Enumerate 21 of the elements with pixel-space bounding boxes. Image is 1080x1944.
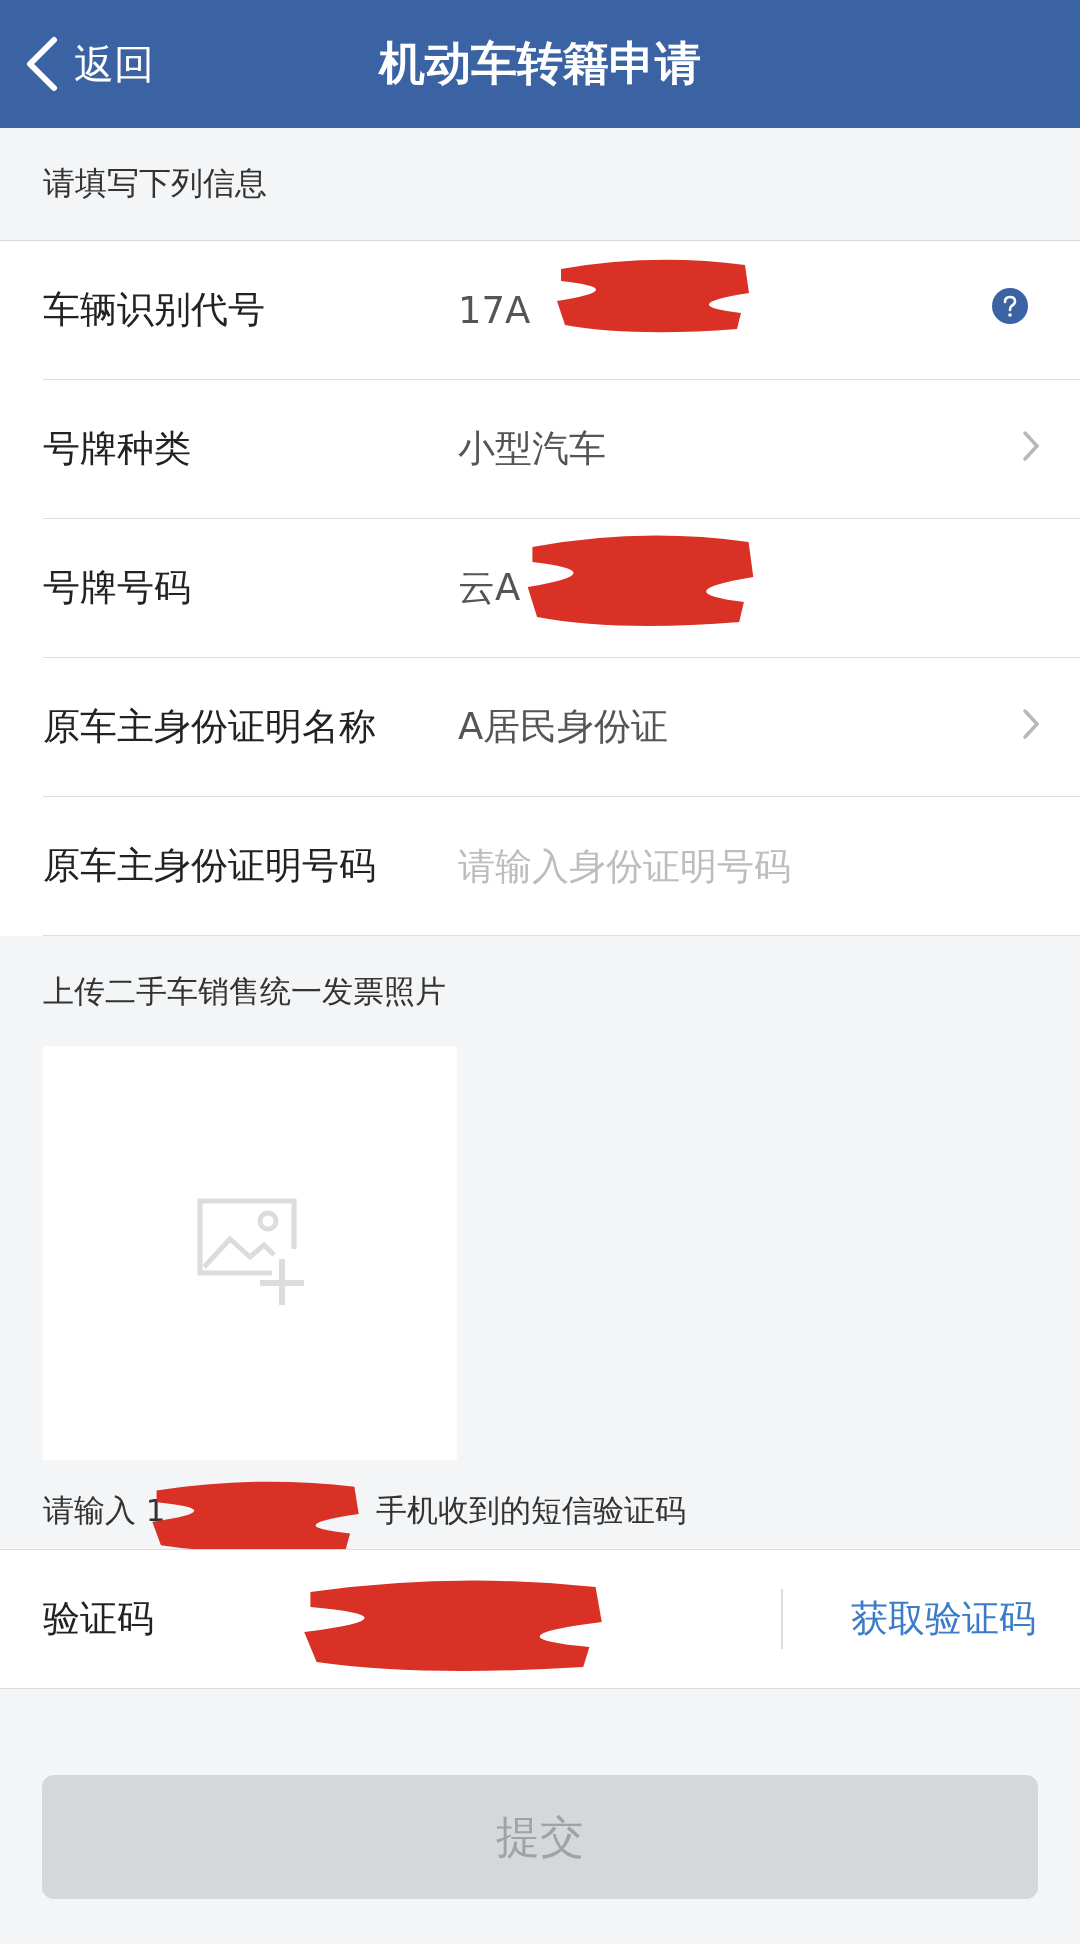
- sms-hint-text: 手机收到的短信验证码: [375, 1491, 686, 1530]
- field-value: 云A: [458, 565, 521, 611]
- help-icon[interactable]: [992, 287, 1028, 324]
- back-icon: [24, 36, 58, 92]
- chevron-right-icon: [1022, 707, 1040, 740]
- field-label: 车辆识别代号: [43, 287, 266, 333]
- get-code-link[interactable]: 获取验证码: [851, 1594, 1036, 1644]
- upload-title: 上传二手车销售统一发票照片: [43, 972, 447, 1011]
- select-value[interactable]: A居民身份证: [458, 702, 669, 752]
- chevron-right-icon: [1022, 429, 1040, 462]
- select-value[interactable]: 小型汽车: [458, 424, 606, 474]
- page-title: 机动车转籍申请: [379, 35, 701, 92]
- input-field[interactable]: 请输入身份证明号码: [458, 844, 958, 888]
- field-value: 17A: [458, 288, 531, 332]
- field-label: 号牌种类: [43, 426, 192, 472]
- code-label: 验证码: [43, 1596, 155, 1642]
- sms-hint-text: 请输入 1: [43, 1491, 166, 1530]
- field-label: 原车主身份证明号码: [43, 843, 377, 889]
- back-button[interactable]: 返回: [24, 36, 154, 92]
- field-label: 原车主身份证明名称: [43, 704, 377, 750]
- field-label: 号牌号码: [43, 565, 192, 611]
